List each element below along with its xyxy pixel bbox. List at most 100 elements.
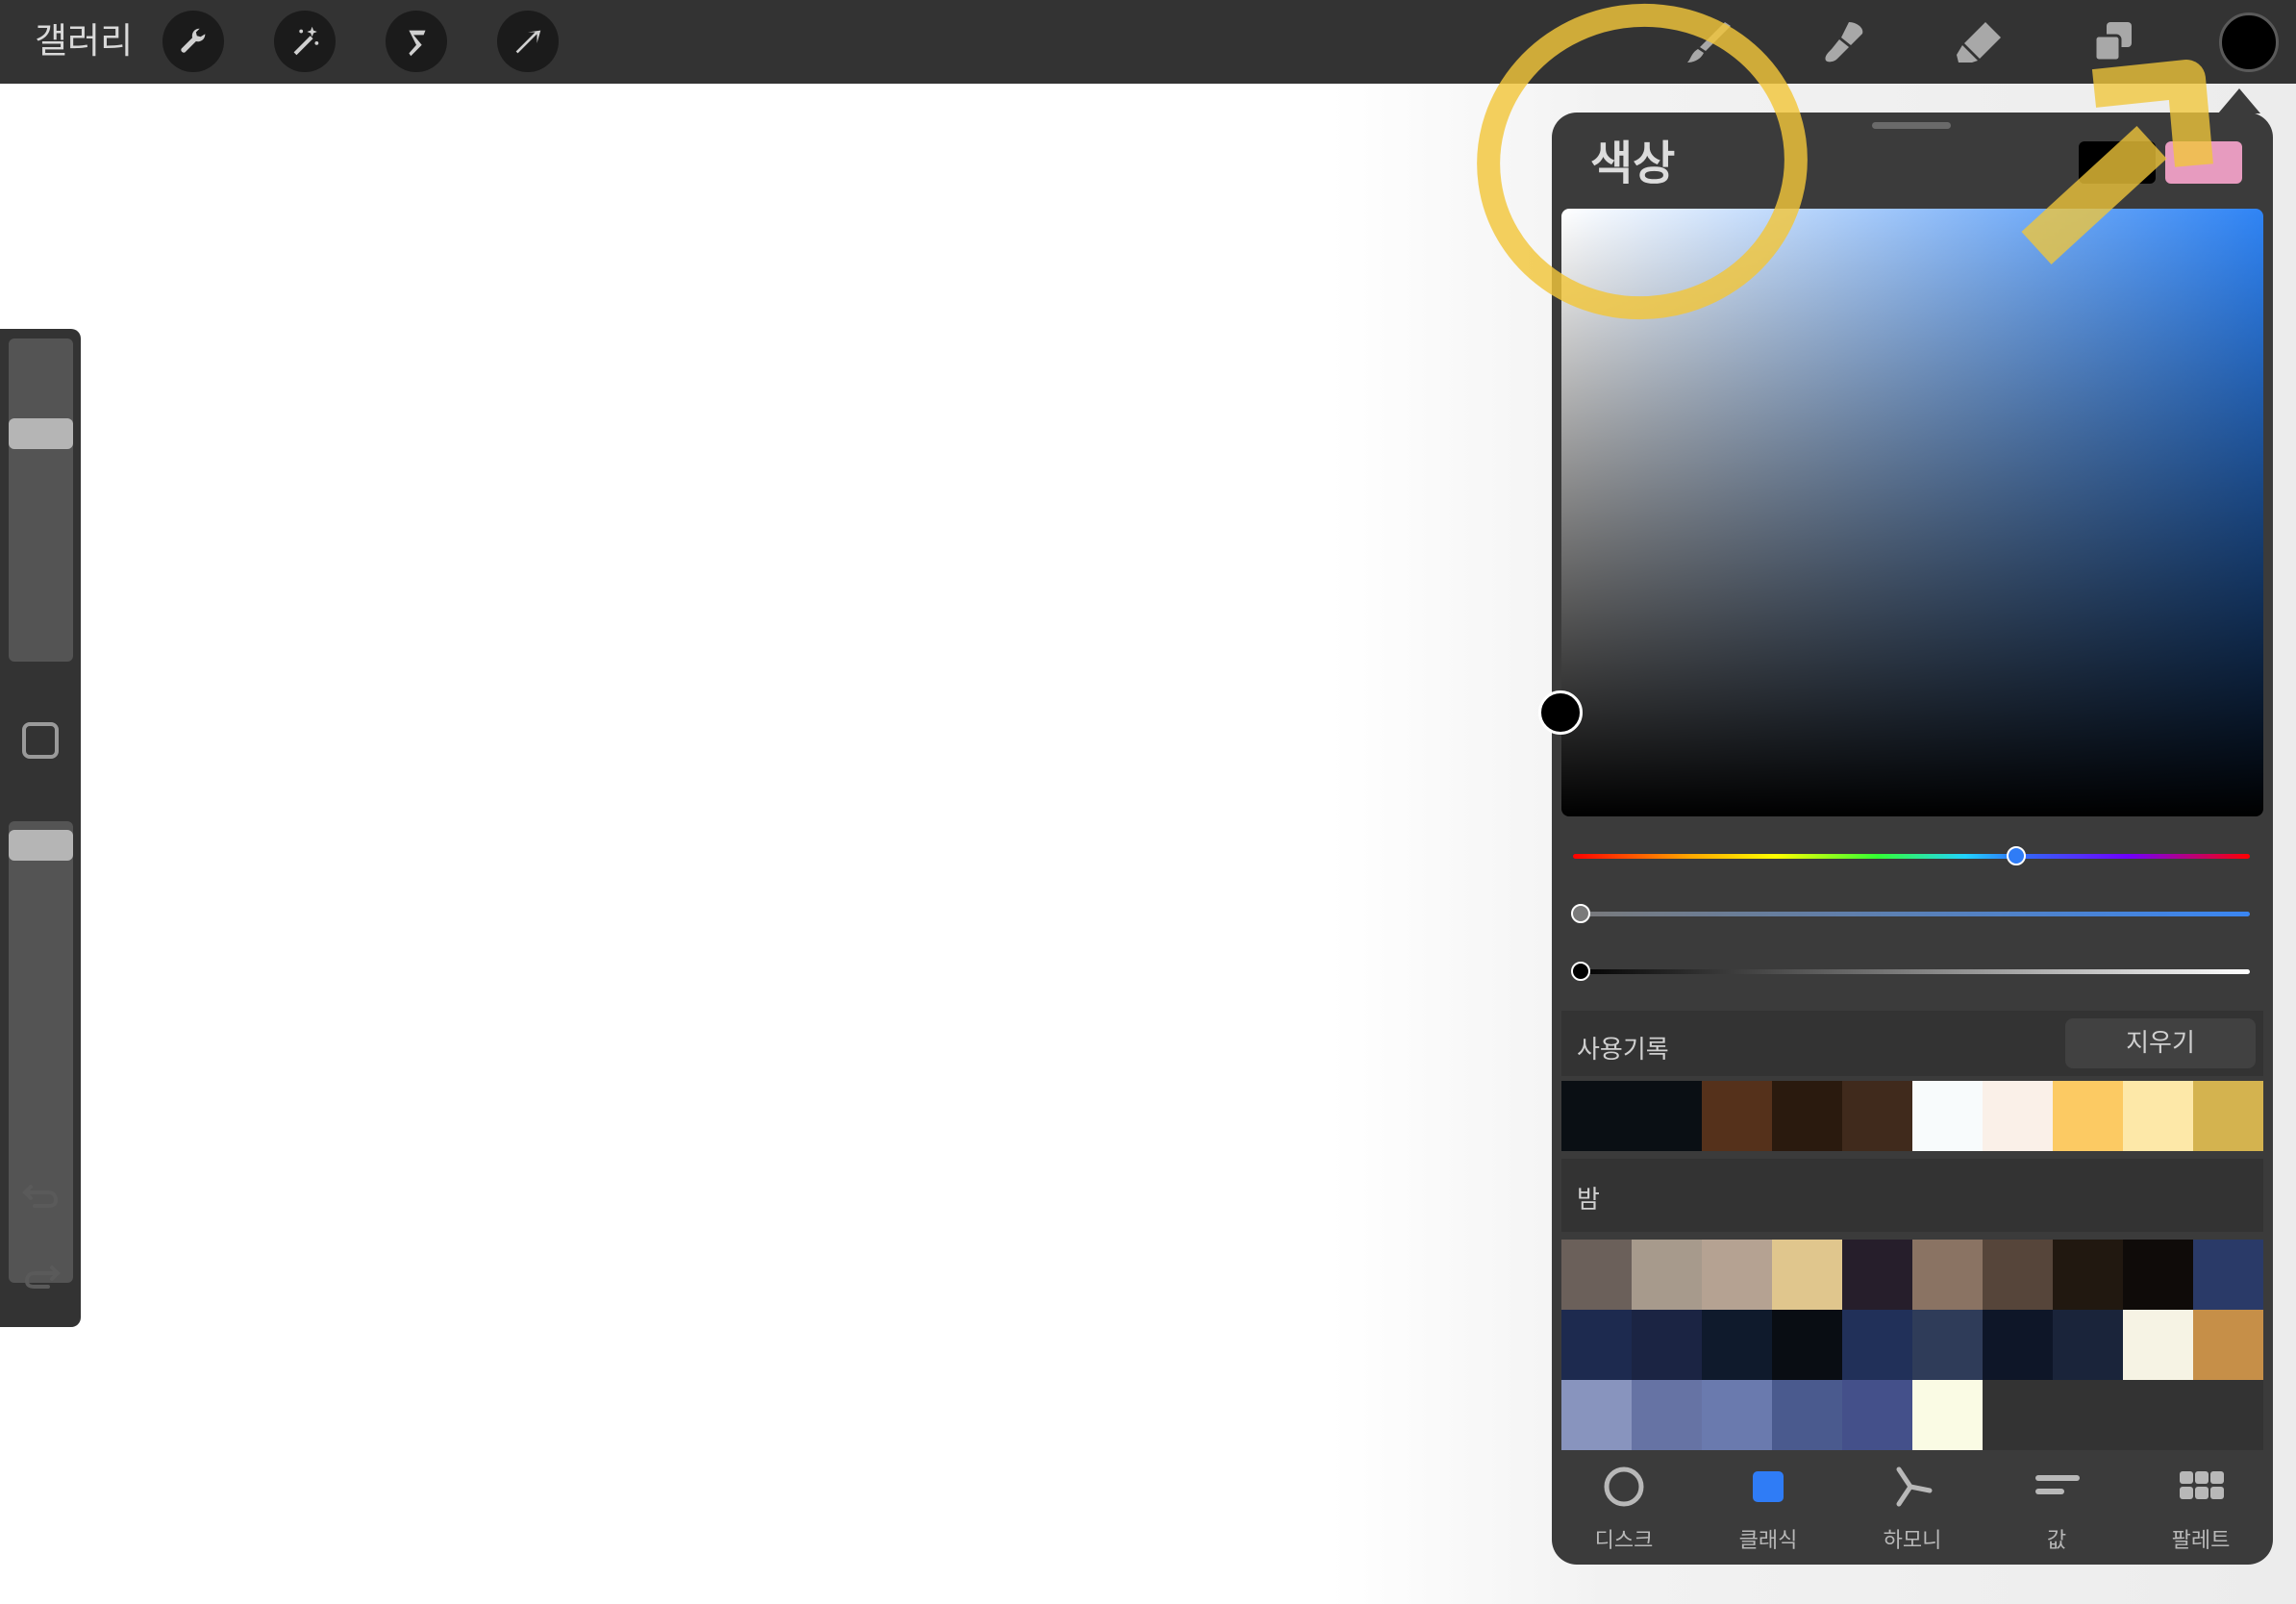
tab-palette-label: 팔레트 <box>2171 1529 2231 1553</box>
history-swatch[interactable] <box>1842 1081 1912 1151</box>
tab-value-label: 값 <box>2046 1529 2067 1553</box>
palette-swatch[interactable] <box>2053 1380 2123 1450</box>
smudge-button[interactable] <box>1813 12 1875 73</box>
palette-grid-icon <box>2180 1471 2224 1499</box>
harmony-icon <box>1896 1466 1933 1507</box>
tab-value[interactable]: 값 <box>1999 1454 2114 1560</box>
tab-classic-label: 클래식 <box>1738 1529 1798 1553</box>
redo-icon[interactable] <box>21 1256 62 1294</box>
palette-swatch[interactable] <box>1772 1240 1842 1310</box>
tab-palette[interactable]: 팔레트 <box>2143 1454 2259 1560</box>
palette-swatch[interactable] <box>1561 1380 1632 1450</box>
palette-swatch[interactable] <box>2123 1310 2193 1380</box>
palette-swatch[interactable] <box>1983 1380 2053 1450</box>
history-header: 사용기록 지우기 <box>1561 1011 2263 1076</box>
tab-harmony[interactable]: 하모니 <box>1855 1454 1970 1560</box>
palette-swatch[interactable] <box>1912 1310 1983 1380</box>
top-toolbar: 갤러리 <box>0 0 2296 84</box>
brush-size-handle[interactable] <box>9 417 73 449</box>
transform-button[interactable] <box>497 11 559 72</box>
history-swatch[interactable] <box>1772 1081 1842 1151</box>
palette-swatch[interactable] <box>1842 1380 1912 1450</box>
history-swatch[interactable] <box>2053 1081 2123 1151</box>
gallery-button[interactable]: 갤러리 <box>35 19 133 63</box>
history-label: 사용기록 <box>1577 1036 1669 1065</box>
history-swatches <box>1561 1081 2263 1151</box>
tab-harmony-label: 하모니 <box>1883 1529 1942 1553</box>
panel-pointer <box>2218 88 2260 113</box>
opacity-slider[interactable] <box>9 821 73 1283</box>
palette-swatch[interactable] <box>2053 1310 2123 1380</box>
history-swatch[interactable] <box>2123 1081 2193 1151</box>
actions-button[interactable] <box>162 11 224 72</box>
clear-history-button[interactable]: 지우기 <box>2065 1018 2256 1068</box>
brightness-slider-knob[interactable] <box>1571 962 1590 981</box>
hue-slider-knob[interactable] <box>2007 846 2027 865</box>
palette-swatch[interactable] <box>1772 1310 1842 1380</box>
saturation-slider[interactable] <box>1573 912 2250 916</box>
palette-swatch[interactable] <box>1983 1240 2053 1310</box>
palette-swatch[interactable] <box>1842 1240 1912 1310</box>
palette-swatch[interactable] <box>1912 1240 1983 1310</box>
opacity-handle[interactable] <box>9 829 73 861</box>
history-swatch[interactable] <box>1983 1081 2053 1151</box>
layers-button[interactable] <box>2083 12 2144 73</box>
brightness-slider[interactable] <box>1573 969 2250 974</box>
palette-row <box>1561 1310 2263 1380</box>
brush-size-slider[interactable] <box>9 338 73 662</box>
palette-row <box>1561 1240 2263 1310</box>
palette-swatch[interactable] <box>1702 1380 1772 1450</box>
palette-swatch[interactable] <box>1632 1240 1702 1310</box>
hue-slider[interactable] <box>1573 854 2250 859</box>
history-swatch[interactable] <box>1632 1081 1702 1151</box>
history-swatch[interactable] <box>1561 1081 1632 1151</box>
wrench-icon <box>181 28 206 53</box>
saturation-brightness-picker[interactable] <box>1561 209 2263 816</box>
history-swatch[interactable] <box>2193 1081 2263 1151</box>
palette-swatch[interactable] <box>1632 1310 1702 1380</box>
palette-label: 밤 <box>1577 1186 1600 1215</box>
transform-arrow-icon <box>515 30 541 54</box>
history-swatch[interactable] <box>1702 1081 1772 1151</box>
selection-button[interactable] <box>386 11 447 72</box>
smudge-icon <box>1825 22 1863 63</box>
palette-swatch[interactable] <box>2193 1310 2263 1380</box>
brush-button[interactable] <box>1678 12 1739 73</box>
history-swatch[interactable] <box>1912 1081 1983 1151</box>
palette-swatch[interactable] <box>1772 1380 1842 1450</box>
palette-swatch[interactable] <box>2123 1380 2193 1450</box>
modify-button[interactable] <box>22 722 59 759</box>
active-color-button[interactable] <box>2219 13 2279 72</box>
palette-swatch[interactable] <box>2123 1240 2193 1310</box>
current-color-swatch <box>2079 141 2156 184</box>
eraser-button[interactable] <box>1948 12 2009 73</box>
tab-disc[interactable]: 디스크 <box>1566 1454 1682 1560</box>
palette-swatch[interactable] <box>1632 1380 1702 1450</box>
palette-header: 밤 <box>1561 1159 2263 1232</box>
color-mode-tabs: 디스크 클래식 하모니 값 팔레트 <box>1552 1454 2273 1565</box>
palette-swatch[interactable] <box>2193 1240 2263 1310</box>
palette-swatch[interactable] <box>2053 1240 2123 1310</box>
palette-swatch[interactable] <box>1702 1310 1772 1380</box>
value-bars-icon <box>2035 1475 2080 1494</box>
palette-swatch[interactable] <box>2193 1380 2263 1450</box>
layers-icon <box>2093 22 2132 63</box>
previous-color-swatch[interactable] <box>2165 141 2242 184</box>
saturation-slider-knob[interactable] <box>1571 904 1590 923</box>
panel-title: 색상 <box>1590 137 1676 190</box>
palette-swatch[interactable] <box>1842 1310 1912 1380</box>
palette-swatch[interactable] <box>1561 1310 1632 1380</box>
palette-swatch[interactable] <box>1983 1310 2053 1380</box>
palette-swatch[interactable] <box>1702 1240 1772 1310</box>
adjustments-button[interactable] <box>274 11 336 72</box>
tab-classic[interactable]: 클래식 <box>1710 1454 1826 1560</box>
color-panel: 색상 사용기록 지우기 밤 디스크 클래식 하모니 값 팔레트 <box>1538 113 2273 1565</box>
undo-icon[interactable] <box>21 1175 62 1214</box>
left-sidebar <box>0 329 81 1327</box>
palette-swatch[interactable] <box>1561 1240 1632 1310</box>
magic-wand-icon <box>293 26 319 56</box>
color-picker-cursor[interactable] <box>1538 690 1583 735</box>
panel-grabber[interactable] <box>1872 122 1951 129</box>
eraser-icon <box>1957 22 2001 63</box>
palette-swatch[interactable] <box>1912 1380 1983 1450</box>
